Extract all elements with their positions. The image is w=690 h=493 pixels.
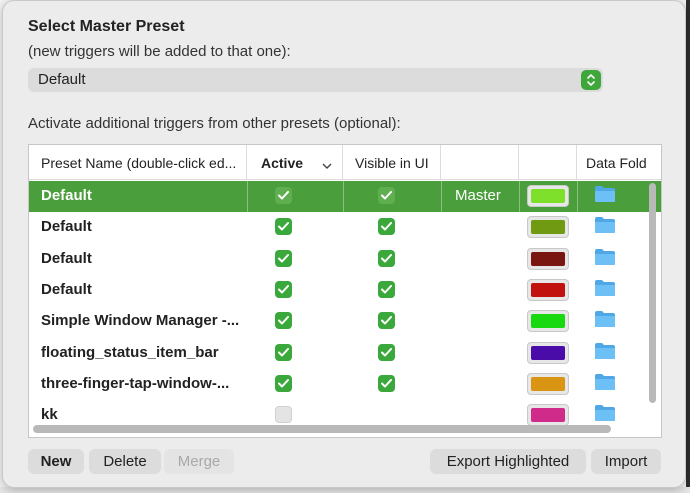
column-divider: [519, 181, 520, 212]
section-label: Activate additional triggers from other …: [28, 115, 401, 132]
active-checkbox[interactable]: [275, 406, 292, 424]
new-button[interactable]: New: [28, 449, 84, 474]
color-swatch[interactable]: [527, 341, 569, 364]
color-swatch-fill: [531, 282, 565, 297]
visible-checkbox[interactable]: [378, 374, 395, 392]
master-preset-select[interactable]: Default: [28, 68, 603, 92]
folder-icon[interactable]: [594, 216, 616, 238]
presets-table[interactable]: Preset Name (double-click ed... Active V…: [28, 144, 662, 438]
delete-button[interactable]: Delete: [89, 449, 161, 474]
folder-icon[interactable]: [594, 185, 616, 207]
color-swatch-fill: [531, 189, 565, 203]
color-swatch[interactable]: [527, 404, 569, 427]
table-row[interactable]: Default: [29, 275, 661, 306]
visible-checkbox[interactable]: [378, 312, 395, 330]
vertical-scrollbar[interactable]: [647, 181, 657, 403]
visible-checkbox[interactable]: [378, 280, 395, 298]
column-divider: [441, 181, 442, 212]
column-divider: [247, 181, 248, 212]
column-header-active-label: Active: [261, 155, 304, 171]
folder-icon[interactable]: [594, 404, 616, 426]
folder-icon[interactable]: [594, 279, 616, 301]
role-label: Master: [455, 187, 501, 204]
color-swatch-fill: [531, 376, 565, 391]
table-row[interactable]: Default Master: [29, 181, 661, 212]
master-preset-value: Default: [38, 71, 86, 88]
color-swatch-fill: [531, 220, 565, 235]
import-button[interactable]: Import: [591, 449, 661, 474]
table-row[interactable]: floating_status_item_bar: [29, 338, 661, 369]
vertical-scroll-thumb[interactable]: [649, 183, 656, 403]
color-swatch[interactable]: [527, 247, 569, 270]
color-swatch[interactable]: [527, 310, 569, 333]
merge-button[interactable]: Merge: [164, 449, 234, 474]
active-checkbox[interactable]: [275, 218, 292, 236]
color-swatch[interactable]: [527, 372, 569, 395]
dialog-subtitle: (new triggers will be added to that one)…: [28, 43, 291, 60]
table-row[interactable]: Default: [29, 244, 661, 275]
color-swatch-fill: [531, 314, 565, 329]
active-checkbox[interactable]: [275, 374, 292, 392]
color-swatch[interactable]: [527, 278, 569, 301]
horizontal-scrollbar[interactable]: [33, 425, 611, 433]
color-swatch-fill: [531, 251, 565, 266]
column-header-role[interactable]: [441, 145, 519, 180]
sort-chevron-down-icon: [322, 157, 332, 173]
color-swatch[interactable]: [527, 185, 569, 207]
active-checkbox[interactable]: [275, 343, 292, 361]
column-divider: [577, 181, 578, 212]
table-header: Preset Name (double-click ed... Active V…: [29, 145, 661, 180]
column-header-active[interactable]: Active: [247, 145, 343, 180]
chevron-updown-icon[interactable]: [581, 70, 601, 90]
column-header-data-folder[interactable]: Data Fold: [577, 145, 661, 180]
export-highlighted-button[interactable]: Export Highlighted: [430, 449, 586, 474]
table-row[interactable]: three-finger-tap-window-...: [29, 369, 661, 400]
visible-checkbox[interactable]: [378, 343, 395, 361]
active-checkbox[interactable]: [275, 249, 292, 267]
color-swatch-fill: [531, 408, 565, 423]
dialog-title: Select Master Preset: [28, 18, 185, 35]
visible-checkbox[interactable]: [378, 218, 395, 236]
active-checkbox[interactable]: [275, 312, 292, 330]
visible-checkbox[interactable]: [378, 187, 395, 204]
column-header-color[interactable]: [519, 145, 577, 180]
background-edge: [686, 0, 690, 493]
visible-checkbox[interactable]: [378, 249, 395, 267]
folder-icon[interactable]: [594, 373, 616, 395]
preset-dialog: Select Master Preset (new triggers will …: [2, 0, 686, 488]
folder-icon[interactable]: [594, 248, 616, 270]
column-divider: [343, 181, 344, 212]
column-header-visible[interactable]: Visible in UI: [343, 145, 441, 180]
folder-icon[interactable]: [594, 342, 616, 364]
active-checkbox[interactable]: [275, 187, 292, 204]
column-header-preset-name[interactable]: Preset Name (double-click ed...: [29, 145, 247, 180]
table-row[interactable]: Simple Window Manager -...: [29, 306, 661, 337]
table-row[interactable]: Default: [29, 212, 661, 243]
folder-icon[interactable]: [594, 310, 616, 332]
active-checkbox[interactable]: [275, 280, 292, 298]
color-swatch[interactable]: [527, 216, 569, 239]
color-swatch-fill: [531, 345, 565, 360]
